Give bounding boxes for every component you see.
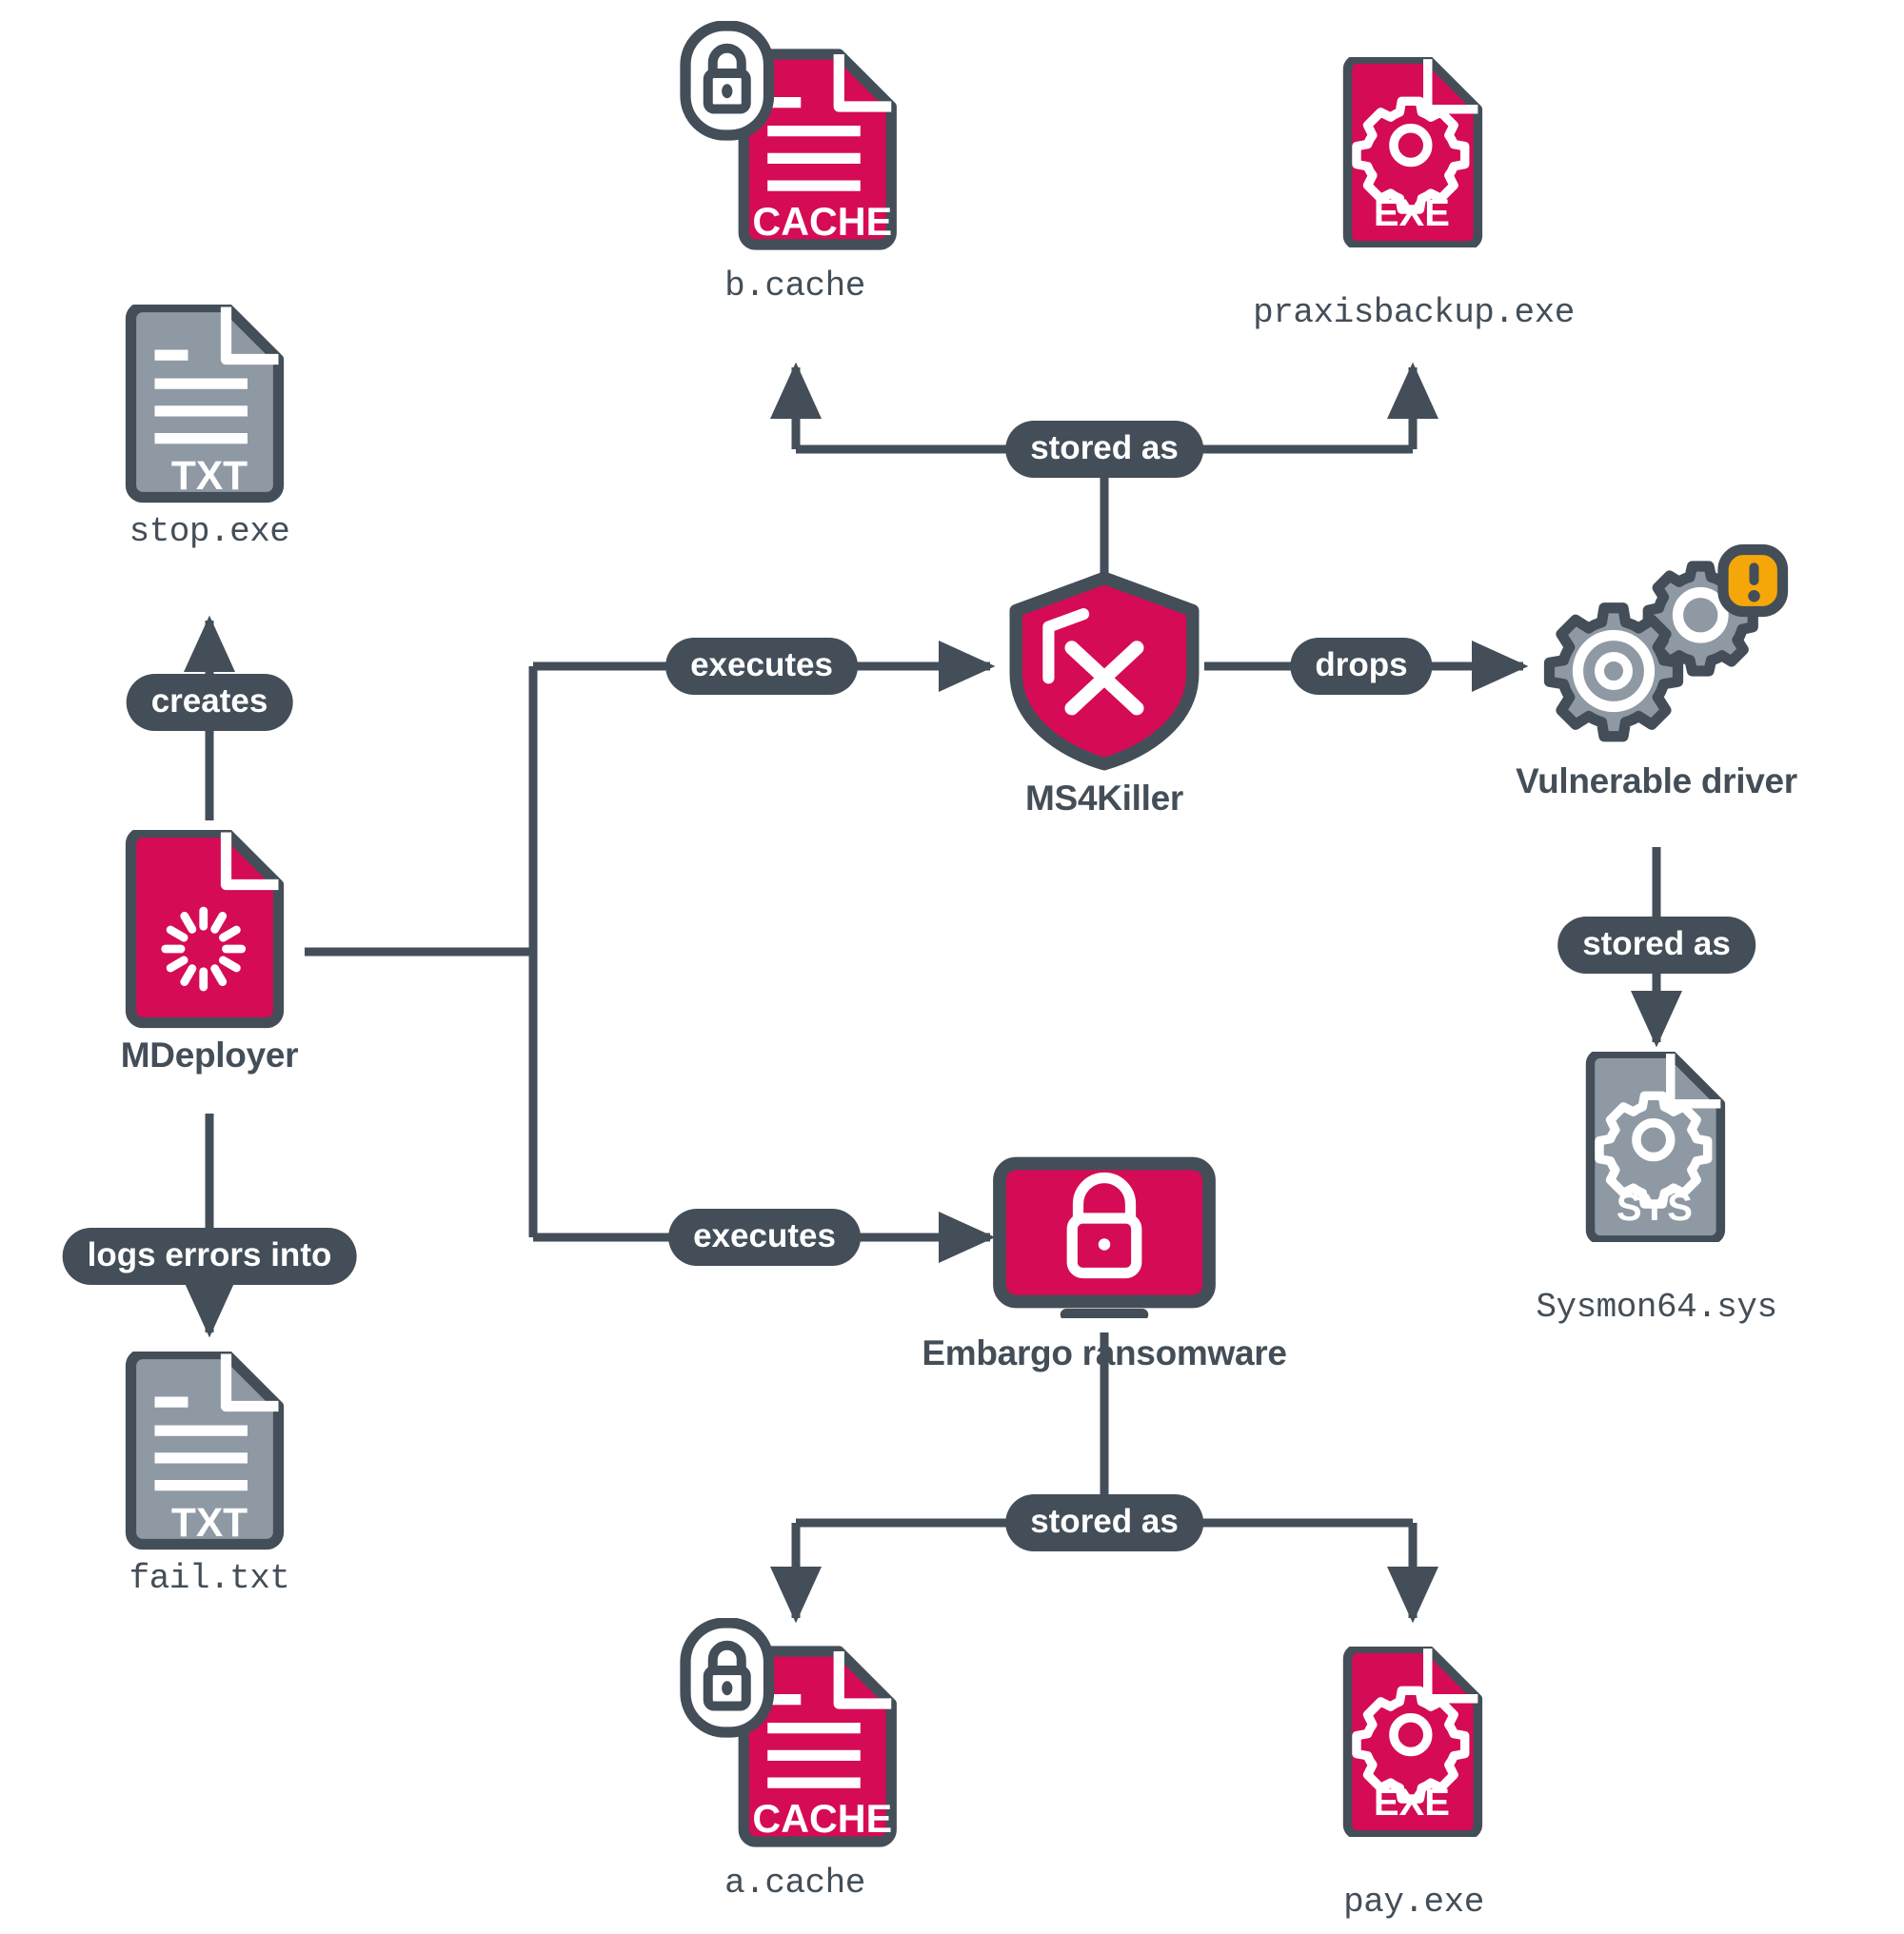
node-pay-exe[interactable]: EXE pay.exe: [1333, 1644, 1495, 1922]
node-mdeployer[interactable]: MDeployer: [114, 826, 305, 1075]
node-label-fail-txt: fail.txt: [129, 1559, 290, 1598]
shield-x-icon: [1009, 571, 1200, 771]
file-badge-cache: CACHE: [752, 200, 892, 244]
gear-exe-file-icon: EXE: [1342, 1644, 1483, 1840]
edge-label-stored-as-bottom[interactable]: stored as: [1005, 1494, 1203, 1551]
node-fail-txt[interactable]: TXT fail.txt: [114, 1348, 305, 1598]
node-label-ms4killer: MS4Killer: [1025, 779, 1183, 818]
node-b-cache[interactable]: CACHE b.cache: [676, 20, 914, 306]
node-label-b-cache: b.cache: [724, 266, 865, 306]
node-a-cache[interactable]: CACHE a.cache: [676, 1617, 914, 1903]
file-badge-sys: SYS: [1616, 1187, 1693, 1229]
monitor-lock-icon: [993, 1156, 1216, 1321]
file-badge-txt: TXT: [171, 1501, 248, 1546]
locked-cache-file-icon: CACHE: [680, 20, 897, 250]
file-badge-txt: TXT: [171, 454, 248, 499]
txt-file-icon: TXT: [125, 1348, 285, 1550]
edge-label-stored-as-top[interactable]: stored as: [1005, 421, 1203, 478]
node-label-vulnerable-driver: Vulnerable driver: [1516, 761, 1797, 800]
file-badge-exe: EXE: [1374, 1782, 1450, 1824]
gear-exe-file-icon: EXE: [1342, 54, 1483, 250]
node-label-mdeployer: MDeployer: [120, 1036, 299, 1075]
node-praxisbackup-exe[interactable]: EXE praxisbackup.exe: [1253, 54, 1575, 332]
node-label-pay-exe: pay.exe: [1343, 1883, 1484, 1922]
txt-file-icon: TXT: [125, 301, 285, 503]
diagram-canvas: TXT stop.exe MDeployer TXT fail.txt CACH…: [0, 0, 1904, 1934]
edge-label-creates[interactable]: creates: [126, 674, 293, 731]
edge-label-stored-as-right[interactable]: stored as: [1557, 917, 1755, 974]
locked-cache-file-icon: CACHE: [680, 1617, 897, 1847]
node-sysmon64-sys[interactable]: SYS Sysmon64.sys: [1536, 1049, 1777, 1327]
node-vulnerable-driver[interactable]: Vulnerable driver: [1516, 543, 1797, 800]
file-badge-exe: EXE: [1374, 192, 1450, 234]
node-embargo-ransomware[interactable]: Embargo ransomware: [922, 1156, 1287, 1372]
gears-warning-icon: [1543, 543, 1789, 742]
spinner-file-icon: [125, 826, 285, 1029]
node-label-praxisbackup-exe: praxisbackup.exe: [1253, 293, 1575, 332]
file-badge-cache: CACHE: [752, 1797, 892, 1841]
warning-badge-icon: [1717, 543, 1789, 618]
edge-label-executes-top[interactable]: executes: [665, 638, 858, 695]
edge-label-executes-bottom[interactable]: executes: [668, 1209, 861, 1266]
node-stop-exe[interactable]: TXT stop.exe: [114, 301, 305, 551]
node-label-sysmon64-sys: Sysmon64.sys: [1536, 1288, 1777, 1327]
edge-label-drops[interactable]: drops: [1290, 638, 1433, 695]
node-label-a-cache: a.cache: [724, 1864, 865, 1903]
node-label-embargo-ransomware: Embargo ransomware: [922, 1333, 1287, 1372]
edge-label-logs-errors-into[interactable]: logs errors into: [62, 1228, 357, 1285]
sys-file-icon: SYS: [1585, 1049, 1726, 1245]
node-ms4killer[interactable]: MS4Killer: [1000, 571, 1209, 818]
node-label-stop-exe: stop.exe: [129, 512, 290, 551]
